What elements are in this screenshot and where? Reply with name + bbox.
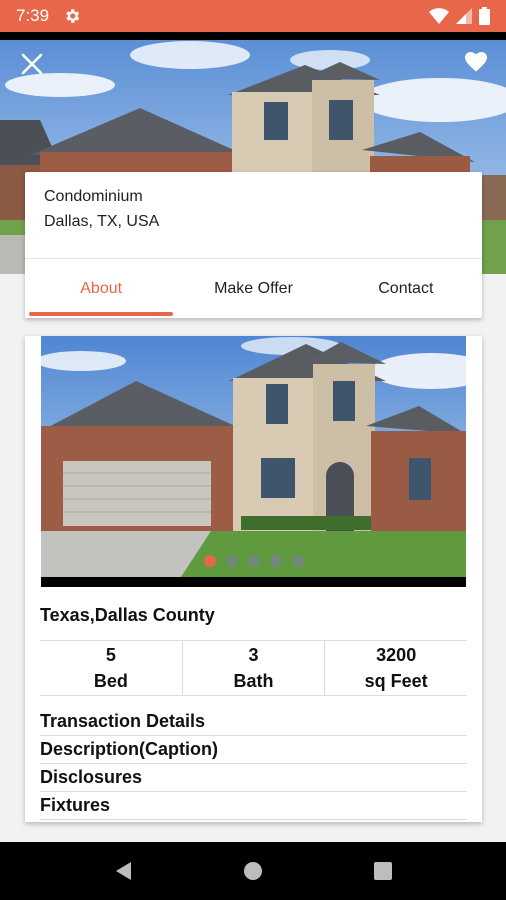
wifi-icon <box>429 8 449 24</box>
cellular-signal-icon <box>456 8 472 24</box>
favorite-heart-icon[interactable] <box>464 50 488 72</box>
area-value: 3200 <box>376 645 417 665</box>
tab-about[interactable]: About <box>25 259 177 318</box>
tab-contact[interactable]: Contact <box>330 259 482 318</box>
battery-icon <box>479 7 490 25</box>
home-button[interactable] <box>242 860 264 882</box>
bath-label: Bath <box>233 671 274 691</box>
status-time: 7:39 <box>16 6 50 25</box>
home-circle-icon <box>244 862 262 880</box>
close-icon[interactable] <box>18 50 46 78</box>
carousel-dot[interactable] <box>269 555 282 567</box>
details-list: Transaction Details Description(Caption)… <box>40 708 467 820</box>
carousel-dot[interactable] <box>203 555 216 567</box>
back-triangle-icon <box>116 862 131 880</box>
property-region: Texas,Dallas County <box>40 605 215 625</box>
tab-make-offer-label: Make Offer <box>214 279 293 297</box>
photo-carousel[interactable] <box>41 336 466 587</box>
tab-contact-label: Contact <box>378 279 434 297</box>
carousel-dot[interactable] <box>225 555 238 567</box>
details-item-disclosures[interactable]: Disclosures <box>40 764 467 792</box>
details-item-description[interactable]: Description(Caption) <box>40 736 467 764</box>
details-item-transaction[interactable]: Transaction Details <box>40 708 467 736</box>
stat-bed: 5 Bed <box>40 641 183 695</box>
carousel-dot[interactable] <box>247 555 260 567</box>
tab-make-offer[interactable]: Make Offer <box>177 259 329 318</box>
bath-count: 3 <box>248 645 259 665</box>
active-tab-indicator <box>29 312 174 316</box>
header-strip <box>0 32 506 40</box>
stat-bath: 3 Bath <box>183 641 326 695</box>
stat-area: 3200 sq Feet <box>325 641 467 695</box>
details-item-fixtures[interactable]: Fixtures <box>40 792 467 820</box>
recents-button[interactable] <box>372 860 394 882</box>
about-content-card: Texas,Dallas County 5 Bed 3 Bath 3200 sq… <box>25 336 482 822</box>
tab-bar: About Make Offer Contact <box>25 259 482 318</box>
system-nav-bar <box>0 842 506 900</box>
back-button[interactable] <box>112 860 134 882</box>
property-type: Condominium <box>44 188 143 205</box>
listing-info-card: Condominium Dallas, TX, USA About Make O… <box>25 172 482 318</box>
property-stats: 5 Bed 3 Bath 3200 sq Feet <box>40 640 467 696</box>
carousel-dot[interactable] <box>291 555 304 567</box>
area-label: sq Feet <box>364 671 428 691</box>
settings-gear-icon <box>66 9 80 23</box>
bed-count: 5 <box>105 645 116 665</box>
property-location: Dallas, TX, USA <box>44 213 160 230</box>
recents-square-icon <box>374 862 392 880</box>
tab-about-label: About <box>80 279 123 297</box>
status-bar: 7:39 <box>0 0 506 32</box>
bed-label: Bed <box>93 671 128 691</box>
carousel-indicator <box>41 555 466 567</box>
carousel-house-photo <box>41 336 466 577</box>
